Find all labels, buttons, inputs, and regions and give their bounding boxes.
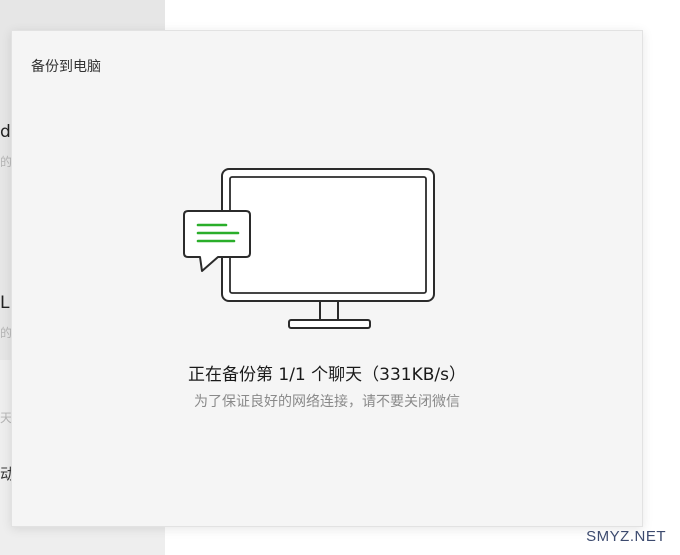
backup-status-text: 正在备份第 1/1 个聊天（331KB/s） [187, 365, 466, 385]
monitor-with-chat-bubble-icon [183, 168, 435, 329]
monitor-screen [229, 176, 427, 294]
watermark-text: SMYZ.NET [586, 528, 666, 545]
background-text-fragment: L [0, 293, 10, 313]
background-text-fragment: d [0, 122, 11, 142]
dialog-title: 备份到电脑 [31, 59, 101, 75]
backup-hint-text: 为了保证良好的网络连接，请不要关闭微信 [194, 394, 460, 410]
monitor-base [288, 319, 371, 329]
monitor-stand [319, 301, 339, 320]
backup-dialog: 备份到电脑 正在备份第 1/1 个聊天（331KB/s） 为了保证良好的网络连接… [11, 30, 643, 527]
